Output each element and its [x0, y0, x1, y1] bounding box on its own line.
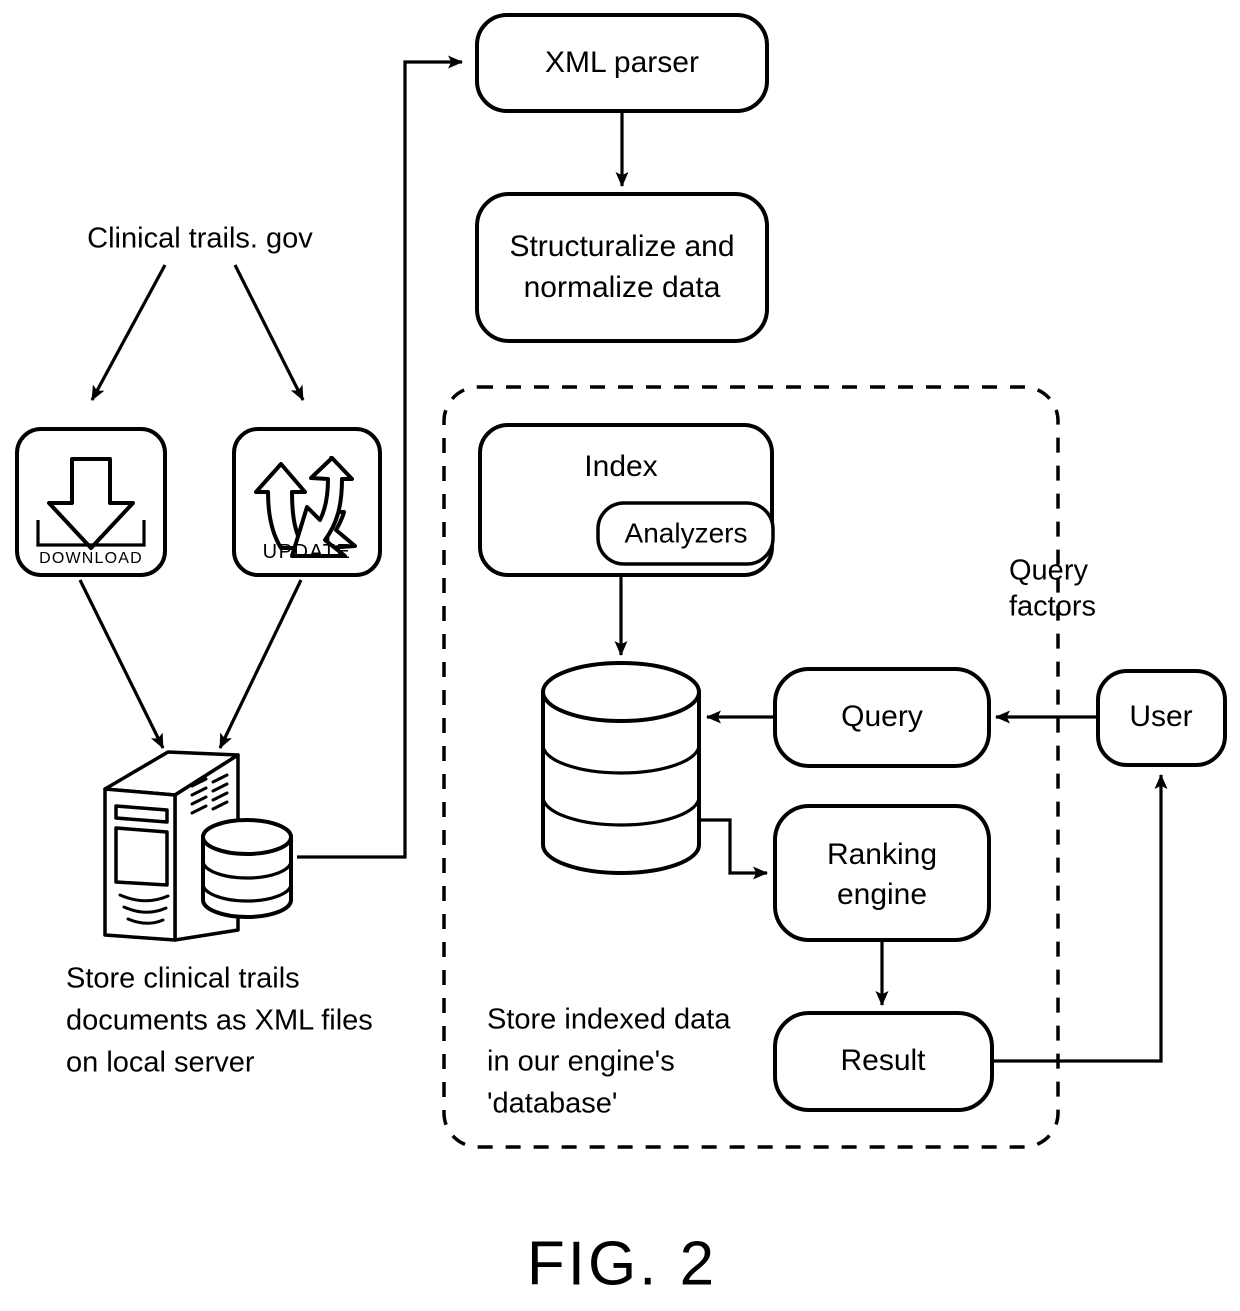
node-xml-parser-label: XML parser [545, 46, 699, 79]
annotation-query-factors-line2: factors [1009, 591, 1096, 623]
annotation-store-local-server: Store clinical trails documents as XML f… [66, 963, 373, 1079]
node-xml-parser[interactable]: XML parser [475, 13, 769, 113]
node-analyzers-label: Analyzers [625, 517, 748, 548]
node-analyzers[interactable]: Analyzers [596, 501, 775, 566]
figure-caption: FIG. 2 [527, 1229, 717, 1298]
connector-update-to-server [218, 579, 303, 749]
node-ranking-engine-label-line2: engine [837, 878, 927, 911]
local-server-illustration [103, 750, 293, 942]
annotation-store-local-line1: Store clinical trails [66, 963, 300, 995]
connector-source-to-download [90, 264, 167, 401]
node-ranking-engine[interactable]: Ranking engine [773, 804, 991, 942]
node-query[interactable]: Query [773, 667, 991, 768]
engine-database-cylinder [541, 661, 701, 875]
annotation-store-indexed-data: Store indexed data in our engine's 'data… [487, 1004, 731, 1120]
node-structuralize[interactable]: Structuralize and normalize data [475, 192, 769, 343]
node-structuralize-label-line2: normalize data [524, 271, 721, 304]
node-user-label: User [1129, 700, 1192, 733]
connector-source-to-update [233, 264, 305, 401]
update-icon-caption: UPDATE [263, 541, 352, 563]
annotation-store-indexed-line3: 'database' [487, 1088, 617, 1120]
download-icon-caption: DOWNLOAD [39, 550, 143, 567]
connector-result-to-user [992, 774, 1168, 1063]
annotation-store-indexed-line2: in our engine's [487, 1046, 675, 1078]
node-ranking-engine-label-line1: Ranking [827, 838, 937, 871]
node-result-label: Result [840, 1044, 926, 1077]
download-icon[interactable]: DOWNLOAD [15, 427, 167, 577]
annotation-store-local-line2: documents as XML files [66, 1005, 373, 1037]
annotation-query-factors-line1: Query [1009, 555, 1088, 587]
source-clinical-trials-label: Clinical trails. gov [87, 223, 313, 255]
node-query-label: Query [841, 700, 923, 733]
annotation-store-indexed-line1: Store indexed data [487, 1004, 731, 1036]
node-structuralize-label-line1: Structuralize and [509, 230, 734, 263]
figure-2-diagram: XML parser Structuralize and normalize d… [0, 0, 1240, 1311]
annotation-query-factors: Query factors [1009, 555, 1096, 623]
node-index-label: Index [584, 450, 657, 483]
node-result[interactable]: Result [773, 1011, 994, 1112]
annotation-store-local-line3: on local server [66, 1047, 255, 1079]
update-icon[interactable]: UPDATE [232, 427, 382, 577]
node-user[interactable]: User [1096, 669, 1227, 767]
connector-download-to-server [78, 579, 165, 749]
diagram-canvas: XML parser Structuralize and normalize d… [15, 13, 1227, 1298]
connector-database-to-ranking-engine [699, 818, 768, 880]
